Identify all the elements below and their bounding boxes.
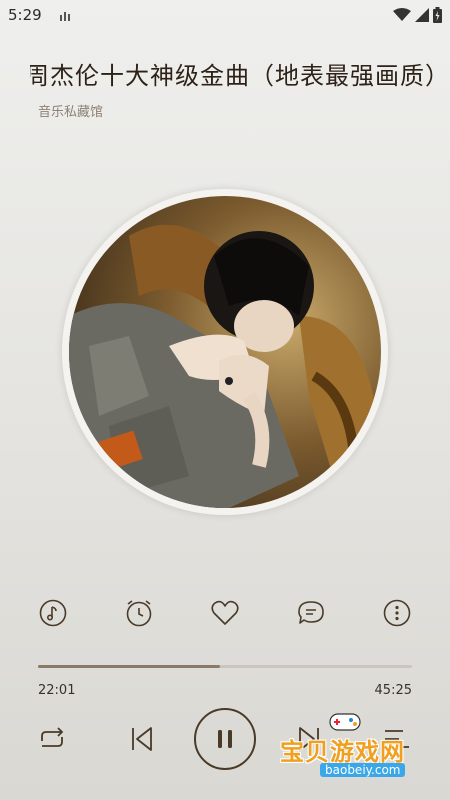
- cell-signal-icon: [415, 8, 429, 22]
- status-bar: 5:29: [0, 0, 450, 32]
- status-time: 5:29: [8, 6, 42, 24]
- artist-name: 音乐私藏馆: [38, 105, 104, 120]
- progress-bar[interactable]: [38, 665, 412, 668]
- album-cover[interactable]: [69, 196, 381, 508]
- song-title-marquee: 周杰伦十大神级金曲（地表最强画质）: [30, 56, 450, 96]
- more-icon[interactable]: [381, 597, 413, 629]
- current-time: 22:01: [38, 683, 76, 698]
- pause-button[interactable]: [194, 708, 256, 770]
- progress-fill: [38, 665, 221, 668]
- system-icons: [393, 7, 442, 23]
- watermark-url: baobeiy.com: [320, 763, 406, 777]
- album-cover-art: [69, 196, 381, 508]
- previous-icon[interactable]: [126, 724, 158, 754]
- data-activity-icon: [60, 12, 70, 21]
- gamepad-icon: [329, 713, 361, 731]
- repeat-icon[interactable]: [34, 724, 70, 754]
- music-note-icon[interactable]: [37, 597, 69, 629]
- heart-icon[interactable]: [209, 597, 241, 629]
- pause-icon: [218, 730, 232, 748]
- watermark-text: 宝贝游戏网: [280, 738, 405, 766]
- alarm-clock-icon[interactable]: [123, 597, 155, 629]
- watermark-logo: 宝贝游戏网 baobeiy.com: [268, 708, 418, 788]
- battery-icon: [433, 7, 442, 23]
- wifi-icon: [393, 8, 411, 21]
- total-time: 45:25: [374, 683, 412, 698]
- action-row: [0, 597, 450, 633]
- comment-icon[interactable]: [295, 597, 327, 629]
- song-title: 周杰伦十大神级金曲（地表最强画质）: [30, 62, 450, 90]
